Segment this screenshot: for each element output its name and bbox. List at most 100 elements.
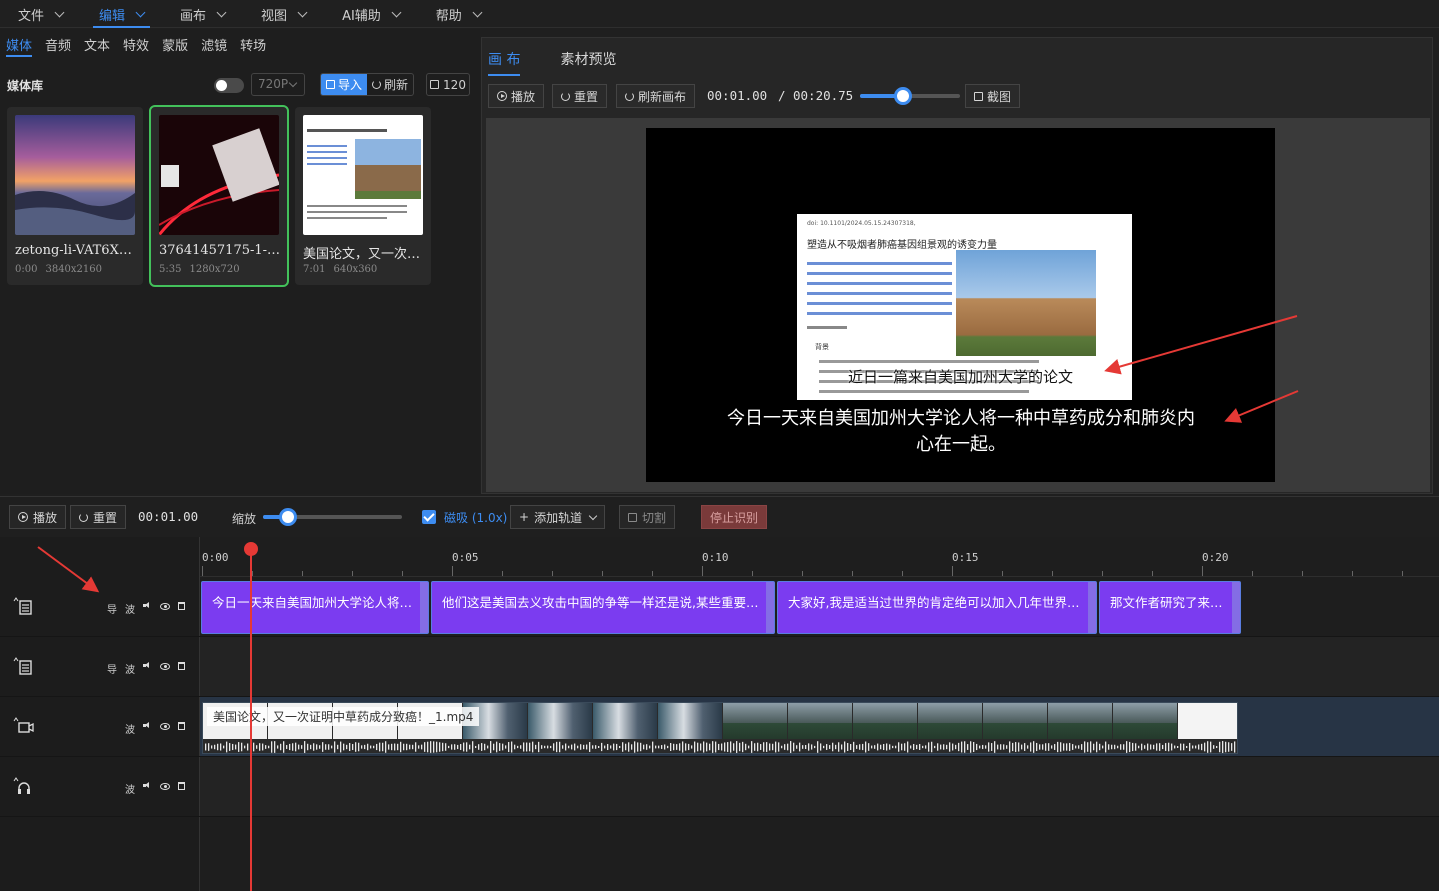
canvas-frame[interactable]: doi: 10.1101/2024.05.15.24307318, 塑造从不吸烟… — [646, 128, 1275, 482]
add-track-button[interactable]: + 添加轨道 — [510, 505, 606, 529]
text-clip[interactable]: 他们这是美国去义攻击中国的争等一样还是说,某些重要成分真的有问题 — [431, 581, 775, 634]
caption-small[interactable]: 近日一篇来自美国加州大学的论文 — [848, 366, 1073, 387]
waveform-bar — [742, 741, 744, 753]
menu-file[interactable]: 文件 — [0, 0, 81, 28]
track-header-video: 波 — [0, 697, 200, 757]
menu-bar: 文件 编辑 画布 视图 AI辅助 帮助 — [0, 0, 1439, 28]
speaker-icon[interactable] — [143, 601, 152, 610]
waveform-bar — [1000, 744, 1002, 750]
track-controls: 波 — [125, 781, 185, 796]
screenshot-button[interactable]: 截图 — [965, 84, 1021, 108]
snap-checkbox[interactable] — [422, 510, 436, 524]
waveform-bar — [601, 742, 603, 752]
stop-recognition-button[interactable]: 停止识别 — [701, 505, 768, 529]
tab-text[interactable]: 文本 — [84, 29, 117, 59]
eye-icon[interactable] — [160, 783, 170, 790]
waveform-bar — [1204, 742, 1206, 752]
menu-canvas-label: 画布 — [180, 8, 207, 24]
menu-edit-label: 编辑 — [99, 8, 126, 24]
export-toggle[interactable]: 导 — [107, 601, 117, 616]
waveform-bar — [1168, 742, 1170, 752]
speaker-icon[interactable] — [143, 781, 152, 790]
speaker-icon[interactable] — [143, 721, 152, 730]
trash-icon[interactable] — [178, 662, 185, 670]
timeline-play-button[interactable]: 播放 — [9, 505, 67, 529]
audio-waveform — [205, 741, 1236, 753]
trash-icon[interactable] — [178, 602, 185, 610]
refresh-button[interactable]: 刷新 — [367, 74, 413, 95]
preview-play-button[interactable]: 播放 — [488, 84, 545, 108]
waveform-bar — [577, 745, 579, 749]
resolution-select[interactable]: 720P — [251, 73, 305, 96]
waveform-bar — [586, 744, 588, 750]
eye-icon[interactable] — [160, 603, 170, 610]
caption-main[interactable]: 今日一天来自美国加州大学论人将一种中草药成分和肺炎内心在一起。 — [726, 406, 1196, 458]
timeline-reset-button[interactable]: 重置 — [70, 505, 127, 529]
tab-asset-preview[interactable]: 素材预览 — [560, 42, 636, 76]
waveform-bar — [496, 741, 498, 753]
tab-filters[interactable]: 滤镜 — [201, 29, 234, 59]
playhead-handle[interactable] — [244, 542, 258, 556]
video-track[interactable]: 美国论文，又一次证明中草药成分致癌！_1.mp4 — [200, 697, 1439, 757]
text-clip[interactable]: 今日一天来自美国加州大学论人将一种中草药成分和肺炎内心在一起。 — [201, 581, 429, 634]
waveform-bar — [628, 742, 630, 752]
menu-help[interactable]: 帮助 — [418, 0, 499, 28]
tab-audio[interactable]: 音频 — [45, 29, 78, 59]
waveform-bar — [703, 741, 705, 753]
speaker-icon[interactable] — [143, 661, 152, 670]
refresh-canvas-button[interactable]: 刷新画布 — [616, 84, 696, 108]
tab-mask[interactable]: 蒙版 — [162, 29, 195, 59]
preview-reset-button[interactable]: 重置 — [552, 84, 608, 108]
track-controls: 导 波 — [107, 661, 185, 676]
preview-seek-knob[interactable] — [894, 87, 912, 105]
eye-icon[interactable] — [160, 723, 170, 730]
tab-transitions[interactable]: 转场 — [240, 29, 273, 59]
text-track-2[interactable] — [200, 637, 1439, 697]
waveform-bar — [550, 745, 552, 749]
waveform-bar — [883, 743, 885, 751]
menu-canvas[interactable]: 画布 — [162, 0, 243, 28]
waveform-toggle[interactable]: 波 — [125, 781, 135, 796]
menu-ai[interactable]: AI辅助 — [324, 0, 418, 28]
plus-icon: + — [519, 510, 530, 524]
playhead[interactable] — [250, 548, 252, 891]
tab-effects[interactable]: 特效 — [123, 29, 156, 59]
tab-canvas[interactable]: 画 布 — [488, 42, 540, 76]
audio-track[interactable] — [200, 757, 1439, 817]
trash-icon[interactable] — [178, 782, 185, 790]
text-clip[interactable]: 大家好,我是适当过世界的肯定绝可以加入几年世界币洛的联系 — [777, 581, 1097, 634]
refresh-icon — [625, 91, 634, 101]
waveform-bar — [871, 745, 873, 749]
text-track-1[interactable]: 今日一天来自美国加州大学论人将一种中草药成分和肺炎内心在一起。 他们这是美国去义… — [200, 577, 1439, 637]
waveform-toggle[interactable]: 波 — [125, 661, 135, 676]
video-clip[interactable]: 美国论文，又一次证明中草药成分致癌！_1.mp4 — [202, 702, 1238, 754]
waveform-bar — [928, 742, 930, 752]
waveform-bar — [1030, 742, 1032, 752]
time-ruler[interactable]: 0:00 0:05 0:10 0:15 0:20 — [200, 537, 1439, 577]
waveform-bar — [1165, 743, 1167, 751]
import-button[interactable]: 导入 — [321, 74, 368, 95]
waveform-toggle[interactable]: 波 — [125, 601, 135, 616]
media-item[interactable]: 37641457175-1-192.mp4 5:35 1280x720 — [149, 105, 289, 287]
export-toggle[interactable]: 导 — [107, 661, 117, 676]
ruler-tick — [1152, 571, 1153, 576]
tab-media[interactable]: 媒体 — [6, 29, 39, 59]
media-item[interactable]: 美国论文，又一次证明中草药成分致癌 7:01 640x360 — [295, 107, 431, 285]
eye-icon[interactable] — [160, 663, 170, 670]
media-item[interactable]: zetong-li-VAT6XKqnYZQ-unsplash 0:00 3840x… — [7, 107, 143, 285]
waveform-bar — [328, 744, 330, 750]
trash-icon[interactable] — [178, 722, 185, 730]
waveform-bar — [1147, 743, 1149, 751]
media-count-button[interactable]: 120 — [426, 73, 470, 96]
waveform-toggle[interactable]: 波 — [125, 721, 135, 736]
menu-edit[interactable]: 编辑 — [81, 0, 162, 28]
waveform-bar — [823, 745, 825, 749]
zoom-slider-knob[interactable] — [279, 508, 297, 526]
chevron-down-icon — [472, 7, 483, 17]
menu-view[interactable]: 视图 — [243, 0, 324, 28]
library-toggle[interactable] — [214, 78, 244, 93]
cut-button[interactable]: 切割 — [619, 505, 676, 529]
waveform-bar — [292, 743, 294, 751]
waveform-bar — [361, 745, 363, 749]
text-clip[interactable]: 那文作者研究了来自多个国家 — [1099, 581, 1241, 634]
